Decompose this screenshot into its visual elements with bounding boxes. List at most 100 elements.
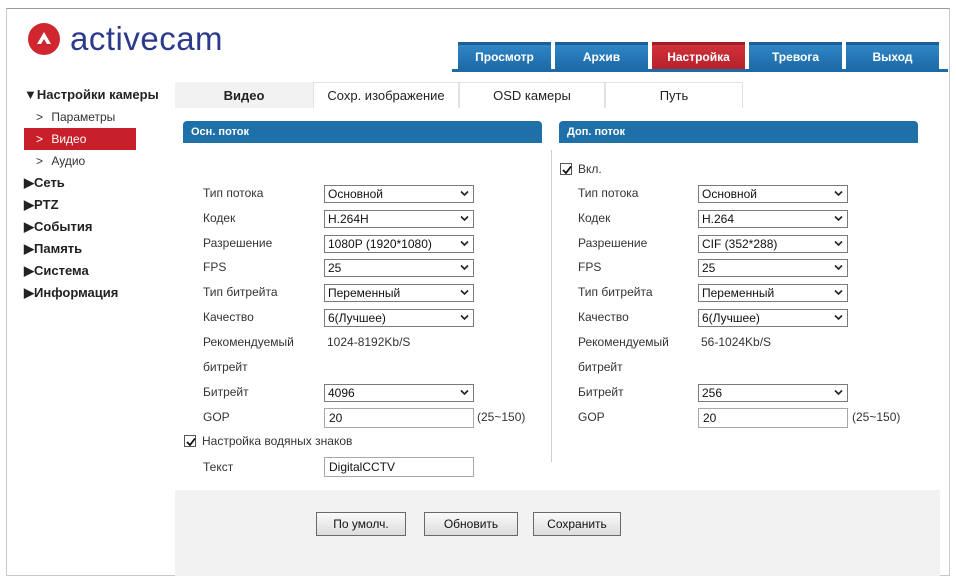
chevron-right-icon: > — [36, 110, 44, 124]
main-gop-input[interactable]: 20 — [324, 408, 474, 428]
nav-alarm[interactable]: Тревога — [749, 42, 842, 69]
select-value: Переменный — [328, 286, 401, 300]
sidebar-item-video[interactable]: > Видео — [24, 128, 136, 150]
main-fps-label: FPS — [203, 260, 227, 274]
sub-codec-label: Кодек — [578, 211, 611, 225]
sub-fps-select[interactable]: 25 — [698, 259, 848, 277]
nav-settings[interactable]: Настройка — [652, 42, 745, 69]
chevron-down-icon — [834, 240, 843, 247]
sub-recommended-label-2: битрейт — [578, 360, 623, 374]
main-resolution-select[interactable]: 1080P (1920*1080) — [324, 235, 474, 253]
chevron-right-icon: > — [36, 132, 44, 146]
select-value: H.264 — [702, 212, 735, 226]
sidebar-information[interactable]: ▶Информация — [24, 282, 174, 304]
tab-path[interactable]: Путь — [605, 82, 743, 108]
select-value: 25 — [328, 261, 342, 275]
sub-resolution-select[interactable]: CIF (352*288) — [698, 235, 848, 253]
sidebar-item-audio[interactable]: > Аудио — [24, 150, 174, 172]
sidebar-item-label: Параметры — [51, 110, 116, 124]
sub-bitrate-label: Битрейт — [578, 385, 624, 399]
sub-gop-range: (25~150) — [852, 410, 901, 424]
activecam-logo-icon — [28, 23, 60, 55]
sub-gop-label: GOP — [578, 410, 605, 424]
chevron-down-icon — [834, 215, 843, 222]
brand-name: activecam — [70, 20, 224, 57]
sidebar-camera-settings[interactable]: ▼Настройки камеры — [24, 84, 174, 106]
sub-recommended-value: 56-1024Kb/S — [701, 335, 772, 349]
select-value: 25 — [702, 261, 716, 275]
sub-quality-select[interactable]: 6(Лучшее) — [698, 309, 848, 327]
sidebar: ▼Настройки камеры > Параметры > Видео > … — [24, 84, 174, 304]
main-gop-label: GOP — [203, 410, 230, 424]
chevron-down-icon — [460, 314, 469, 321]
sub-gop-input[interactable]: 20 — [698, 408, 848, 428]
sidebar-events[interactable]: ▶События — [24, 216, 174, 238]
main-recommended-value: 1024-8192Kb/S — [327, 335, 411, 349]
main-recommended-label: Рекомендуемый — [203, 335, 294, 349]
sub-stream-type-select[interactable]: Основной — [698, 185, 848, 203]
sub-bitrate-type-select[interactable]: Переменный — [698, 284, 848, 302]
chevron-down-icon — [834, 289, 843, 296]
main-recommended-label-2: битрейт — [203, 360, 248, 374]
select-value: CIF (352*288) — [702, 237, 778, 251]
top-navigation: Просмотр Архив Настройка Тревога Выход — [458, 42, 939, 69]
chevron-down-icon — [834, 389, 843, 396]
main-codec-label: Кодек — [203, 211, 236, 225]
main-bitrate-label: Битрейт — [203, 385, 249, 399]
checkmark-icon — [562, 165, 572, 175]
sidebar-item-label: Аудио — [51, 154, 86, 168]
main-quality-select[interactable]: 6(Лучшее) — [324, 309, 474, 327]
watermark-text-input[interactable]: DigitalCCTV — [324, 457, 474, 477]
sub-stream-enable-checkbox[interactable] — [560, 163, 572, 175]
refresh-button[interactable]: Обновить — [424, 512, 518, 536]
main-bitrate-type-select[interactable]: Переменный — [324, 284, 474, 302]
main-gop-range: (25~150) — [477, 410, 526, 424]
sub-fps-label: FPS — [578, 260, 602, 274]
main-codec-select[interactable]: H.264H — [324, 210, 474, 228]
settings-panel: Осн. поток Тип потока Основной Кодек H.2… — [175, 108, 940, 576]
sub-bitrate-select[interactable]: 256 — [698, 384, 848, 402]
tab-video[interactable]: Видео — [175, 82, 313, 108]
tab-osd[interactable]: OSD камеры — [459, 82, 605, 108]
nav-logout[interactable]: Выход — [846, 42, 939, 69]
sidebar-item-label: Видео — [51, 132, 87, 146]
select-value: 1080P (1920*1080) — [328, 237, 432, 251]
sidebar-system[interactable]: ▶Система — [24, 260, 174, 282]
watermark-text-label: Текст — [203, 460, 234, 474]
main-stream-type-label: Тип потока — [203, 186, 264, 200]
nav-archive[interactable]: Архив — [555, 42, 648, 69]
brand-logo: activecam — [28, 20, 223, 58]
default-button[interactable]: По умолч. — [316, 512, 406, 536]
chevron-down-icon — [460, 240, 469, 247]
nav-underline — [452, 69, 948, 72]
chevron-down-icon — [460, 289, 469, 296]
chevron-down-icon — [460, 215, 469, 222]
main-resolution-label: Разрешение — [203, 236, 273, 250]
main-fps-select[interactable]: 25 — [324, 259, 474, 277]
sidebar-item-parameters[interactable]: > Параметры — [24, 106, 174, 128]
chevron-down-icon — [460, 190, 469, 197]
chevron-down-icon — [834, 314, 843, 321]
sub-stream-type-label: Тип потока — [578, 186, 639, 200]
select-value: Переменный — [702, 286, 775, 300]
nav-view[interactable]: Просмотр — [458, 42, 551, 69]
main-stream-header: Осн. поток — [183, 121, 542, 143]
select-value: 6(Лучшее) — [702, 311, 760, 325]
sub-bitrate-type-label: Тип битрейта — [578, 285, 653, 299]
chevron-down-icon — [460, 264, 469, 271]
save-button[interactable]: Сохранить — [533, 512, 621, 536]
main-stream-type-select[interactable]: Основной — [324, 185, 474, 203]
sidebar-network[interactable]: ▶Сеть — [24, 172, 174, 194]
checkmark-icon — [186, 437, 196, 447]
select-value: Основной — [702, 187, 758, 201]
sub-codec-select[interactable]: H.264 — [698, 210, 848, 228]
chevron-down-icon — [834, 190, 843, 197]
sub-resolution-label: Разрешение — [578, 236, 648, 250]
stream-divider — [551, 150, 552, 462]
sidebar-storage[interactable]: ▶Память — [24, 238, 174, 260]
sidebar-ptz[interactable]: ▶PTZ — [24, 194, 174, 216]
main-bitrate-select[interactable]: 4096 — [324, 384, 474, 402]
select-value: 256 — [702, 386, 723, 400]
watermark-checkbox[interactable] — [184, 435, 196, 447]
tab-snapshot[interactable]: Сохр. изображение — [313, 82, 459, 108]
